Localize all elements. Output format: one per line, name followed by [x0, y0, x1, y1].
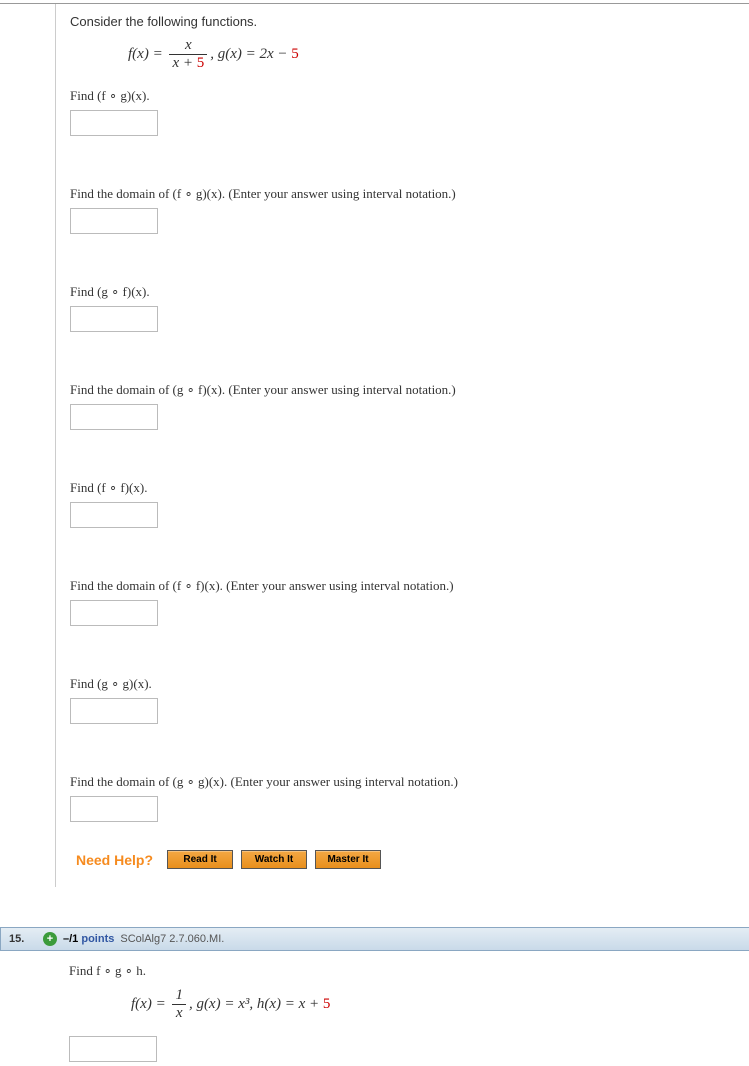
q15-fx-den: x	[172, 1004, 186, 1022]
read-it-button[interactable]: Read It	[167, 850, 233, 869]
q15-fx-fraction: 1 x	[172, 987, 186, 1022]
question-15-body: Find f ∘ g ∘ h. f(x) = 1 x , g(x) = x³, …	[55, 951, 749, 1066]
q15-reference: SColAlg7 2.7.060.MI.	[120, 933, 224, 945]
q14-sub2: Find the domain of (f ∘ g)(x). (Enter yo…	[70, 186, 733, 202]
q15-points: –/1 points	[63, 933, 114, 945]
gx-const: 5	[291, 46, 299, 62]
gx-part-a: , g(x) = 2x −	[210, 46, 291, 62]
q15-fx-num: 1	[172, 987, 186, 1004]
q14-sub6: Find the domain of (f ∘ f)(x). (Enter yo…	[70, 578, 733, 594]
watch-it-button[interactable]: Watch It	[241, 850, 307, 869]
q15-fx-lhs: f(x) =	[131, 996, 169, 1012]
expand-icon[interactable]: +	[43, 932, 57, 946]
q14-sub1: Find (f ∘ g)(x).	[70, 88, 733, 104]
fx-fraction: x x + 5	[169, 37, 207, 72]
master-it-button[interactable]: Master It	[315, 850, 381, 869]
q15-hx-const: 5	[323, 996, 331, 1012]
q14-sub7: Find (g ∘ g)(x).	[70, 676, 733, 692]
question-14-body: Consider the following functions. f(x) =…	[55, 4, 749, 887]
q14-sub4: Find the domain of (g ∘ f)(x). (Enter yo…	[70, 382, 733, 398]
fx-denominator: x + 5	[169, 54, 207, 72]
q14-sub3: Find (g ∘ f)(x).	[70, 284, 733, 300]
q15-equations: f(x) = 1 x , g(x) = x³, h(x) = x + 5	[69, 987, 733, 1022]
answer-input-fog[interactable]	[70, 110, 158, 136]
need-help-row: Need Help? Read It Watch It Master It	[70, 850, 733, 869]
answer-input-domain-gog[interactable]	[70, 796, 158, 822]
q14-equations: f(x) = x x + 5 , g(x) = 2x − 5	[70, 37, 733, 72]
fx-lhs: f(x) =	[128, 46, 166, 62]
q15-number: 15.	[9, 933, 37, 945]
q15-gx-hx: , g(x) = x³, h(x) = x +	[189, 996, 323, 1012]
answer-input-domain-fof[interactable]	[70, 600, 158, 626]
answer-input-fogoh[interactable]	[69, 1036, 157, 1062]
question-15-header: 15. + –/1 points SColAlg7 2.7.060.MI.	[0, 927, 749, 951]
answer-input-gog[interactable]	[70, 698, 158, 724]
q14-sub8: Find the domain of (g ∘ g)(x). (Enter yo…	[70, 774, 733, 790]
q14-sub5: Find (f ∘ f)(x).	[70, 480, 733, 496]
answer-input-gof[interactable]	[70, 306, 158, 332]
answer-input-domain-fog[interactable]	[70, 208, 158, 234]
need-help-label: Need Help?	[76, 852, 153, 868]
q15-find: Find f ∘ g ∘ h.	[69, 963, 733, 979]
fx-numerator: x	[169, 37, 207, 54]
answer-input-domain-gof[interactable]	[70, 404, 158, 430]
answer-input-fof[interactable]	[70, 502, 158, 528]
q14-prompt: Consider the following functions.	[70, 14, 733, 29]
